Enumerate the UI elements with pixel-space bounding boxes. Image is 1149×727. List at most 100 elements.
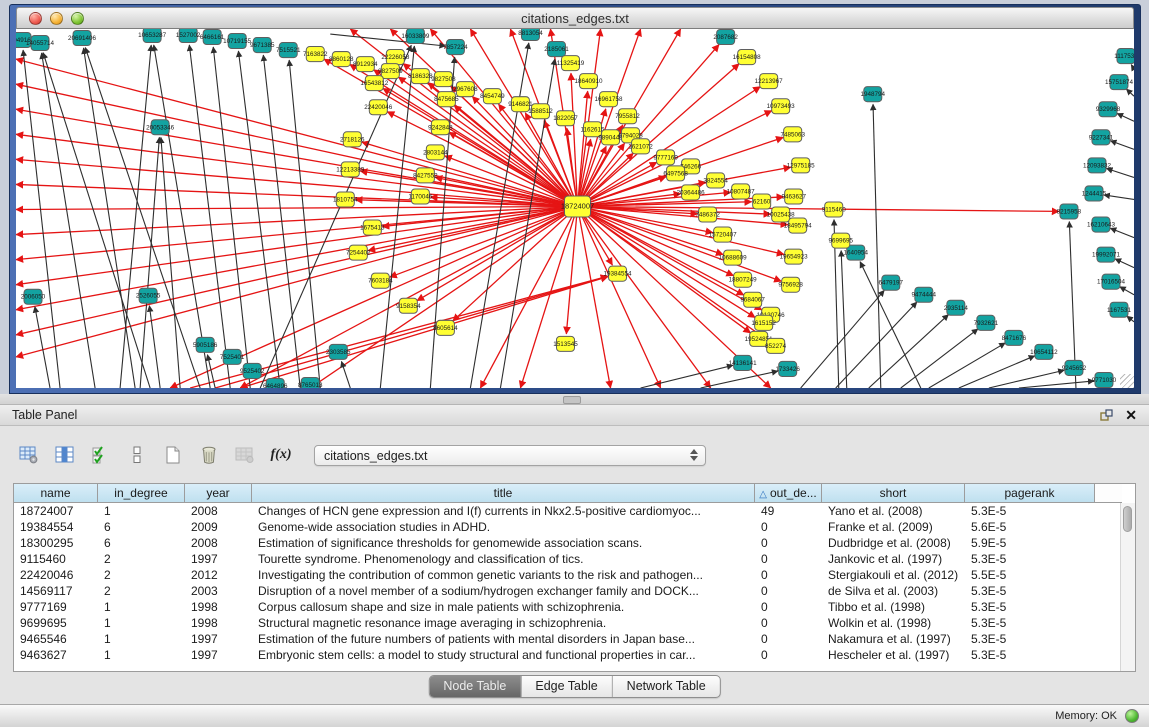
tab-network-table[interactable]: Network Table — [612, 676, 720, 697]
column-header-title[interactable]: title — [252, 484, 755, 503]
graph-node[interactable]: 10807487 — [727, 184, 755, 199]
graph-node[interactable]: 2303585 — [326, 344, 351, 359]
graph-node[interactable]: 9242848 — [428, 120, 453, 135]
graph-node[interactable]: 8912934 — [353, 57, 378, 72]
graph-node[interactable]: 20691406 — [68, 31, 96, 46]
graph-node[interactable]: 2185061 — [544, 42, 569, 57]
graph-node[interactable]: 8860128 — [329, 52, 354, 67]
graph-node[interactable]: 6497568 — [663, 166, 688, 181]
table-row[interactable]: 1830029562008Estimation of significance … — [14, 535, 1122, 551]
graph-node[interactable]: 10653287 — [138, 29, 166, 43]
graph-node[interactable]: 9699695 — [828, 233, 853, 248]
graph-node[interactable]: 62160 — [753, 194, 771, 209]
graph-node[interactable]: 3824554 — [703, 173, 728, 188]
new-table-button[interactable] — [160, 443, 186, 467]
table-row[interactable]: 1938455462009Genome-wide association stu… — [14, 519, 1122, 535]
graph-node[interactable]: 1117534 — [1114, 49, 1134, 64]
memory-status-indicator[interactable] — [1125, 709, 1139, 723]
graph-node[interactable]: 9115460 — [822, 202, 847, 217]
graph-node[interactable]: 852274 — [765, 338, 786, 353]
table-mode-button[interactable] — [16, 443, 42, 467]
network-canvas[interactable]: 2049162140557142069140610653287152700264… — [16, 29, 1134, 388]
column-header-name[interactable]: name — [14, 484, 98, 503]
graph-node[interactable]: 15751874 — [1105, 75, 1133, 90]
table-row[interactable]: 946554611997Estimation of the future num… — [14, 631, 1122, 647]
graph-node[interactable]: 9525402 — [240, 363, 265, 378]
table-selector-dropdown[interactable]: citations_edges.txt — [314, 445, 706, 466]
graph-node[interactable]: 8427552 — [413, 168, 438, 183]
table-row[interactable]: 911546021997Tourette syndrome. Phenomeno… — [14, 551, 1122, 567]
column-header-out_degree[interactable]: △out_de... — [755, 484, 822, 503]
graph-node[interactable]: 7515521 — [276, 43, 301, 58]
graph-node[interactable]: 2935114 — [944, 300, 969, 315]
canvas-resize-grip[interactable] — [1120, 374, 1134, 388]
graph-node[interactable]: 8765013 — [298, 377, 323, 388]
graph-node[interactable]: 19654923 — [780, 249, 808, 264]
table-vertical-scrollbar[interactable] — [1120, 503, 1135, 671]
tab-node-table[interactable]: Node Table — [429, 676, 520, 697]
graph-node[interactable]: 1675413 — [360, 220, 385, 235]
graph-node[interactable]: 8215958 — [1057, 204, 1082, 219]
graph-node[interactable]: 2803144 — [423, 145, 448, 160]
graph-node[interactable]: 9245652 — [1062, 360, 1087, 375]
graph-node[interactable]: 9474444 — [912, 287, 937, 302]
splitter-handle[interactable] — [563, 396, 581, 404]
panel-splitter[interactable] — [0, 394, 1149, 404]
show-columns-button[interactable] — [52, 443, 78, 467]
graph-node[interactable]: 2718126 — [340, 132, 365, 147]
graph-node[interactable]: 9756928 — [778, 277, 803, 292]
row-height-button[interactable] — [124, 443, 150, 467]
graph-node[interactable]: 18807249 — [729, 272, 757, 287]
delete-table-button[interactable] — [196, 443, 222, 467]
graph-node[interactable]: 6479197 — [879, 275, 904, 290]
graph-node[interactable]: 16961758 — [595, 92, 623, 107]
graph-node[interactable]: 15720407 — [709, 227, 737, 242]
graph-node[interactable]: 11325419 — [557, 56, 585, 71]
graph-node[interactable]: 9227341 — [1089, 130, 1114, 145]
graph-node[interactable]: 7857224 — [443, 40, 468, 55]
graph-node[interactable]: 1170046 — [408, 189, 433, 204]
graph-node[interactable]: 9684067 — [740, 292, 765, 307]
graph-node[interactable]: 19384554 — [604, 266, 632, 281]
graph-node[interactable]: 1513545 — [553, 336, 578, 351]
table-row[interactable]: 2242004622012Investigating the contribut… — [14, 567, 1122, 583]
graph-node[interactable]: 16154808 — [733, 50, 761, 65]
graph-node[interactable]: 2526055 — [136, 288, 161, 303]
network-window-titlebar[interactable]: citations_edges.txt — [16, 7, 1134, 29]
table-row[interactable]: 977716911998Corpus callosum shape and si… — [14, 599, 1122, 615]
graph-node[interactable]: 7932621 — [974, 315, 999, 330]
column-header-year[interactable]: year — [185, 484, 252, 503]
select-columns-button[interactable] — [88, 443, 114, 467]
graph-node[interactable]: 12093832 — [1083, 158, 1111, 173]
graph-node[interactable]: 1733426 — [775, 361, 800, 376]
column-header-in_degree[interactable]: in_degree — [98, 484, 185, 503]
graph-node[interactable]: 8475685 — [434, 92, 459, 107]
scrollbar-thumb[interactable] — [1123, 506, 1132, 532]
graph-node[interactable]: 7254402 — [346, 245, 371, 260]
graph-node[interactable]: 1588512 — [528, 104, 553, 119]
graph-node[interactable]: 7485063 — [780, 127, 805, 142]
graph-node[interactable]: 1621072 — [628, 139, 653, 154]
graph-node[interactable]: 2967608 — [453, 82, 478, 97]
graph-node[interactable]: 1244415 — [1082, 186, 1107, 201]
graph-node[interactable]: 8471676 — [1002, 330, 1027, 345]
table-row[interactable]: 969969511998Structural magnetic resonanc… — [14, 615, 1122, 631]
graph-node[interactable]: 6466161 — [200, 30, 225, 45]
graph-node[interactable]: 18640910 — [575, 74, 603, 89]
tab-edge-table[interactable]: Edge Table — [520, 676, 611, 697]
table-row[interactable]: 1872400712008Changes of HCN gene express… — [14, 503, 1122, 519]
graph-node[interactable]: 18724007 — [561, 196, 594, 217]
graph-node[interactable]: 1810754 — [333, 192, 358, 207]
graph-node[interactable]: 10719155 — [223, 34, 251, 49]
graph-node[interactable]: 8605614 — [433, 320, 458, 335]
graph-node[interactable]: 8186328 — [408, 69, 433, 84]
graph-node[interactable]: 1615152 — [751, 315, 776, 330]
graph-node[interactable]: 9777169 — [653, 150, 678, 165]
graph-node[interactable]: 9827508 — [431, 72, 456, 87]
graph-node[interactable]: 2087682 — [713, 30, 738, 45]
graph-node[interactable]: 10654112 — [1030, 344, 1058, 359]
graph-node[interactable]: 14136141 — [729, 355, 757, 370]
graph-node[interactable]: 9329968 — [1096, 102, 1121, 117]
graph-node[interactable]: 7955812 — [615, 109, 640, 124]
graph-node[interactable]: 1167531 — [1107, 302, 1132, 317]
